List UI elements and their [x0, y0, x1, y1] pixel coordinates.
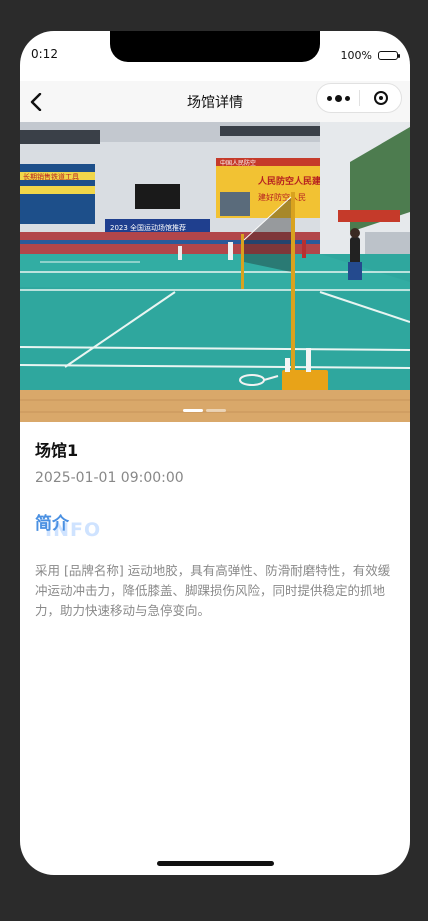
carousel-indicator — [183, 409, 226, 412]
target-icon — [373, 91, 388, 105]
nav-bar: 场馆详情 — [20, 81, 410, 123]
status-bar-right: 100% — [340, 49, 400, 62]
close-miniprogram-button[interactable] — [360, 91, 401, 105]
venue-datetime: 2025-01-01 09:00:00 — [35, 470, 184, 486]
venue-photo-carousel[interactable]: 长期销售铁道工具 2023 全国运动场馆推荐 中国人民防空 人民防空人民建 建好… — [20, 122, 410, 422]
banner-text-sub: 建好防空人民 — [258, 192, 306, 202]
carousel-dot[interactable] — [206, 409, 226, 412]
more-button[interactable] — [317, 94, 359, 102]
banner-text-left: 长期销售铁道工具 — [23, 172, 79, 181]
venue-details: 场馆1 2025-01-01 09:00:00 INFO 简介 采用 [品牌名称… — [35, 437, 395, 618]
home-indicator[interactable] — [157, 861, 274, 866]
battery-icon — [378, 51, 400, 60]
venue-photo: 长期销售铁道工具 2023 全国运动场馆推荐 中国人民防空 人民防空人民建 建好… — [20, 122, 410, 422]
banner-text-main: 人民防空人民建 — [257, 175, 322, 187]
banner-text-middle: 2023 全国运动场馆推荐 — [110, 223, 186, 232]
phone-screen: 0:12 100% 场馆详情 长期销售铁道工具 2023 全国运动场馆推荐 中国… — [20, 31, 410, 875]
notch — [110, 31, 320, 62]
mini-program-capsule — [316, 83, 402, 113]
banner-text-top: 中国人民防空 — [220, 159, 256, 167]
carousel-dot-active[interactable] — [183, 409, 203, 412]
section-title: 简介 — [35, 514, 69, 534]
venue-name: 场馆1 — [35, 441, 79, 460]
venue-intro: 采用 [品牌名称] 运动地胶，具有高弹性、防滑耐磨特性，有效缓冲运动冲击力，降低… — [35, 563, 391, 618]
status-time: 0:12 — [31, 47, 58, 61]
battery-percent: 100% — [340, 49, 372, 62]
section-header: INFO 简介 — [35, 509, 235, 549]
more-icon — [326, 95, 332, 101]
